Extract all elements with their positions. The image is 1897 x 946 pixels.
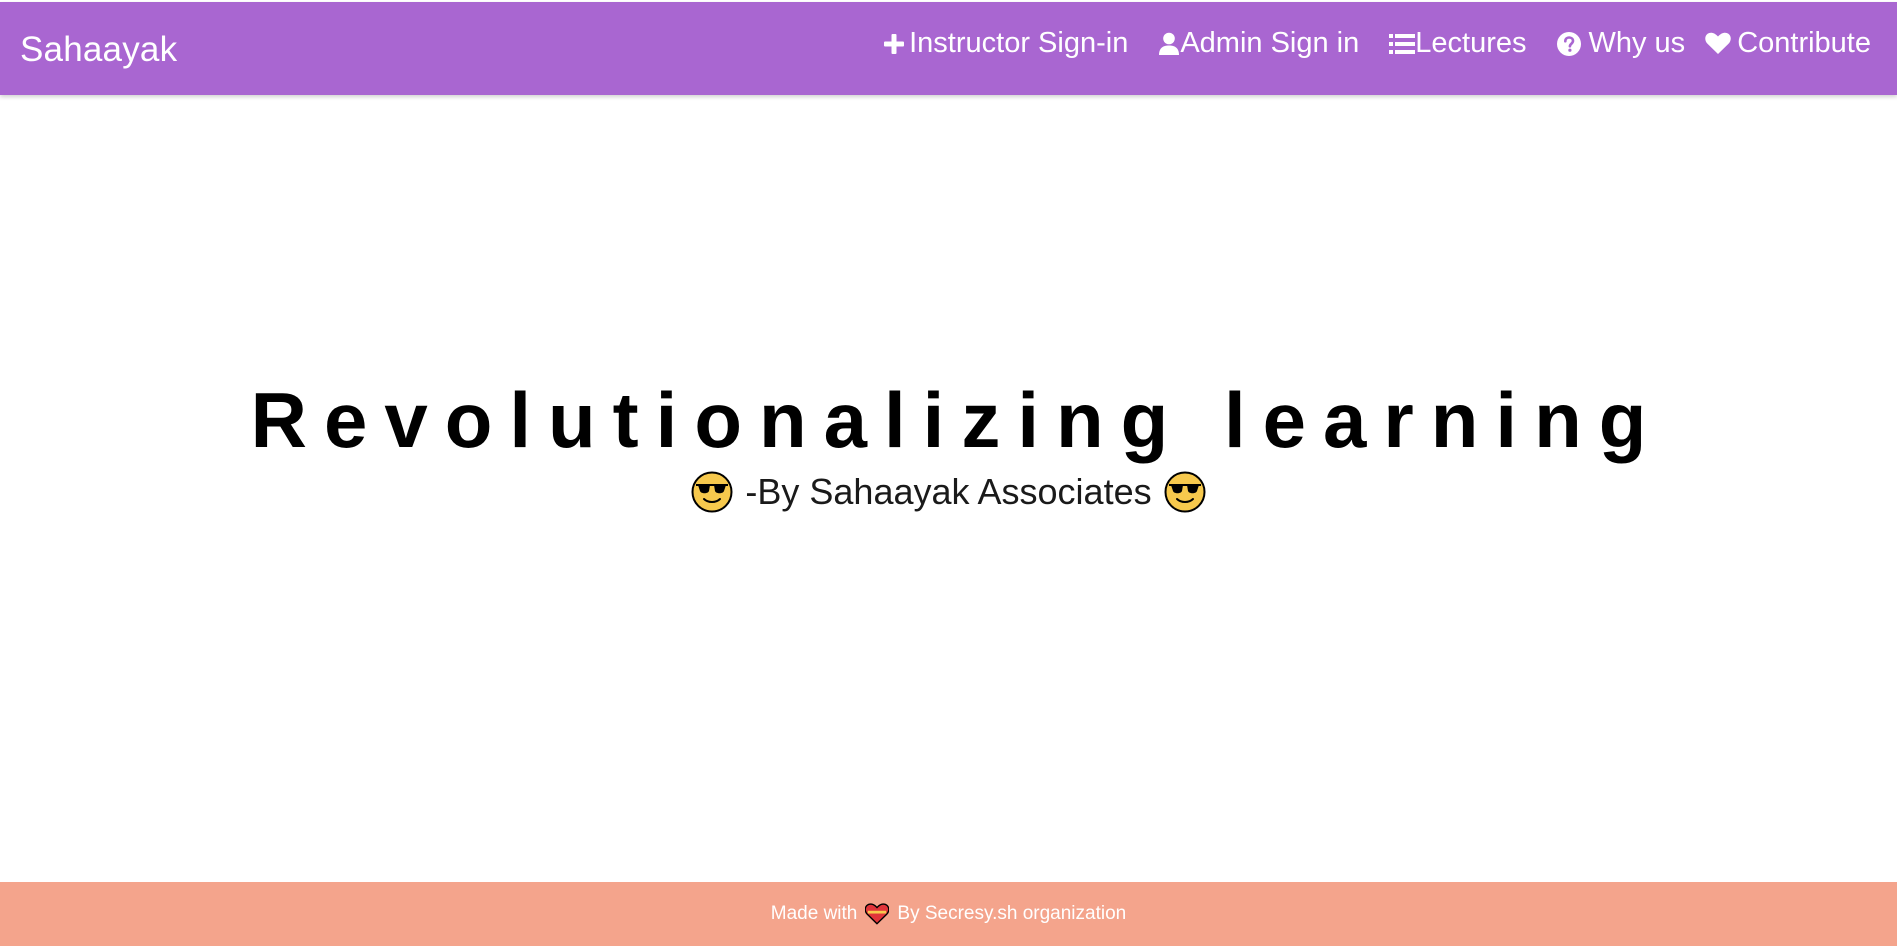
- navbar: Sahaayak Instructor Sign-in Admin Sign i…: [0, 2, 1897, 95]
- hero-section: Revolutionalizing learning -By Sahaayak …: [0, 370, 1897, 516]
- nav-admin-sign-in[interactable]: Admin Sign in: [1158, 27, 1359, 60]
- sunglasses-emoji-icon: [1164, 471, 1206, 513]
- hero-title: Revolutionalizing learning: [250, 376, 1664, 464]
- nav-contribute[interactable]: Contribute: [1705, 27, 1871, 60]
- list-icon: [1389, 33, 1416, 55]
- hero-subtitle-row: -By Sahaayak Associates: [0, 468, 1897, 516]
- heart-emoji-icon: [864, 903, 890, 925]
- footer-text-after: By Secresy.sh organization: [897, 903, 1127, 924]
- page: Sahaayak Instructor Sign-in Admin Sign i…: [0, 0, 1897, 946]
- user-icon: [1158, 32, 1180, 56]
- nav-contribute-label: Contribute: [1737, 27, 1871, 59]
- heart-icon: [1705, 32, 1731, 55]
- nav-links: Instructor Sign-in Admin Sign in Lecture…: [883, 0, 1871, 90]
- hero-subtitle: -By Sahaayak Associates: [745, 471, 1152, 512]
- footer: Made with By Secresy.sh organization: [0, 882, 1897, 946]
- nav-why-us[interactable]: Why us: [1556, 27, 1686, 60]
- nav-lectures[interactable]: Lectures: [1389, 27, 1527, 60]
- brand-link[interactable]: Sahaayak: [20, 30, 177, 70]
- nav-lectures-label: Lectures: [1415, 27, 1527, 59]
- sunglasses-emoji-icon: [691, 471, 733, 513]
- nav-admin-sign-in-label: Admin Sign in: [1180, 27, 1360, 59]
- nav-why-us-label: Why us: [1588, 27, 1686, 59]
- plus-icon: [883, 33, 905, 55]
- nav-instructor-sign-in-label: Instructor Sign-in: [909, 27, 1129, 59]
- nav-instructor-sign-in[interactable]: Instructor Sign-in: [883, 27, 1128, 60]
- question-circle-icon: [1556, 31, 1581, 56]
- footer-text-before: Made with: [770, 903, 858, 924]
